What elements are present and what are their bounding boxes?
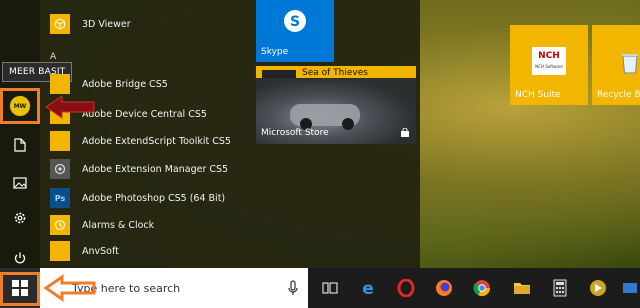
microphone-icon[interactable] (288, 280, 298, 296)
photoshop-icon: Ps (50, 188, 70, 208)
folder-icon[interactable] (510, 276, 534, 300)
folder-icon (50, 241, 70, 261)
nch-logo-text: NCH (538, 51, 560, 61)
app-label: Adobe Device Central CS5 (82, 108, 207, 120)
tile-nch-suite[interactable]: NCH NCH Software NCH Suite (510, 25, 588, 105)
cube-icon (50, 14, 70, 34)
document-icon (14, 138, 26, 152)
annotation-arrow-orange (44, 274, 96, 302)
list-item[interactable]: Alarms & Clock (44, 212, 244, 238)
task-view-icon[interactable] (318, 276, 342, 300)
calculator-icon[interactable] (548, 276, 572, 300)
avatar-highlight (0, 88, 40, 124)
gear-icon (14, 212, 26, 224)
tile-label: Skype (261, 47, 289, 57)
store-bag-icon (401, 128, 409, 137)
skype-icon: S (284, 10, 306, 32)
app-label: Adobe Photoshop CS5 (64 Bit) (82, 192, 226, 204)
app-label: Alarms & Clock (82, 219, 155, 231)
folder-icon (50, 74, 70, 94)
start-rail: MW (0, 0, 40, 268)
game-title: Sea of Thieves (302, 68, 368, 78)
app-label: AnvSoft (82, 245, 119, 257)
app-label: Adobe Extension Manager CS5 (82, 163, 229, 175)
documents-button[interactable] (0, 127, 40, 163)
start-menu: MW MEER BASIT 3D Viewer A Adobe Bridge C… (0, 0, 420, 268)
recycle-bin-icon (622, 54, 638, 74)
nch-logo-sub: NCH Software (535, 64, 563, 69)
pictures-button[interactable] (0, 165, 40, 201)
tile-recycle-bin[interactable]: Recycle Bin (592, 25, 640, 105)
svg-text:e: e (362, 279, 374, 297)
app-label: Adobe Bridge CS5 (82, 78, 168, 90)
extension-manager-icon (50, 159, 70, 179)
list-item[interactable]: Ps Adobe Photoshop CS5 (64 Bit) (44, 185, 244, 211)
svg-text:S: S (290, 14, 300, 30)
start-button-highlight (0, 272, 40, 306)
chrome-icon[interactable] (470, 276, 494, 300)
taskbar: Type here to search e (0, 268, 640, 308)
tile-label: NCH Suite (515, 90, 561, 100)
clock-icon (50, 215, 70, 235)
annotation-arrow-red (45, 95, 95, 119)
list-item[interactable]: Adobe ExtendScript Toolkit CS5 (44, 128, 244, 154)
nch-logo: NCH NCH Software (532, 47, 566, 75)
tile-label: Recycle Bin (597, 90, 640, 100)
power-icon (14, 252, 26, 264)
tile-skype[interactable]: S Skype (256, 0, 334, 62)
network-app-icon[interactable] (618, 276, 640, 300)
tile-xbox-store[interactable]: Sea of Thieves Microsoft Store (256, 66, 416, 144)
list-item[interactable]: 3D Viewer (44, 11, 244, 37)
settings-button[interactable] (0, 200, 40, 236)
list-item[interactable]: Adobe Extension Manager CS5 (44, 156, 244, 182)
edge-icon[interactable]: e (356, 276, 380, 300)
list-item[interactable]: AnvSoft (44, 238, 244, 264)
app-label: Adobe ExtendScript Toolkit CS5 (82, 135, 231, 147)
firefox-icon[interactable] (432, 276, 456, 300)
folder-icon (50, 131, 70, 151)
media-player-icon[interactable] (586, 276, 610, 300)
game-box-art (262, 70, 296, 78)
tile-label: Microsoft Store (261, 128, 329, 138)
section-letter: A (50, 52, 57, 62)
opera-icon[interactable] (394, 276, 418, 300)
app-label: 3D Viewer (82, 18, 131, 30)
pictures-icon (13, 177, 27, 189)
